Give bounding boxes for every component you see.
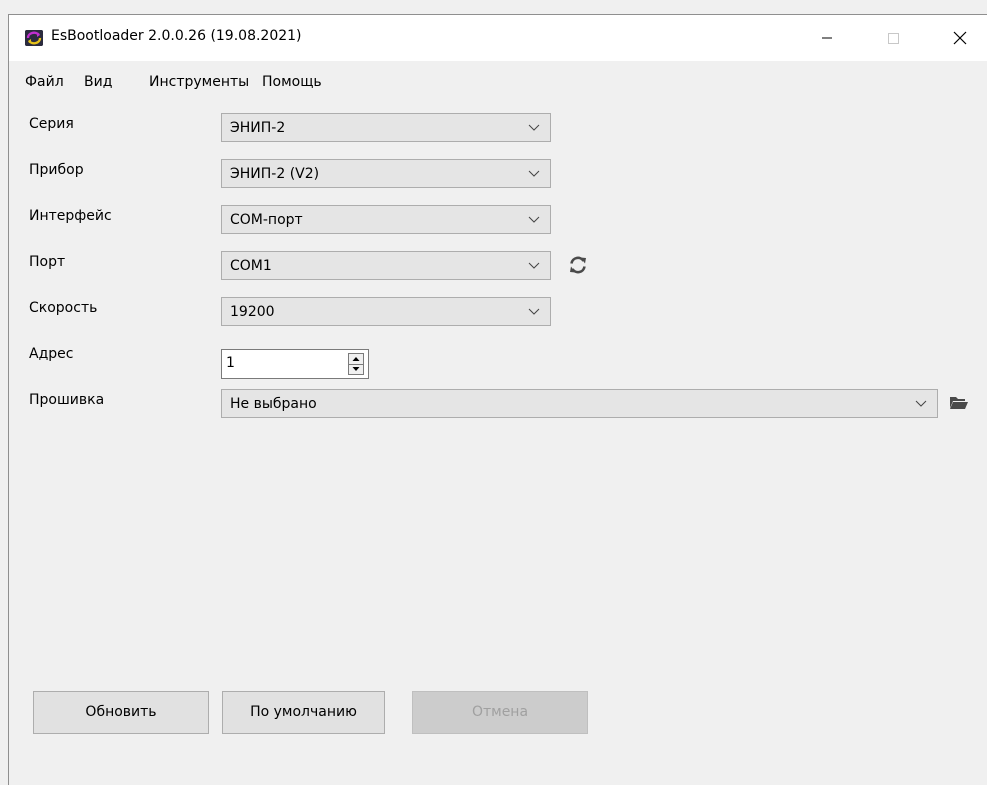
firmware-label: Прошивка — [29, 392, 105, 408]
triangle-up-icon — [352, 357, 360, 361]
series-value: ЭНИП-2 — [230, 120, 286, 136]
firmware-select[interactable]: Не выбрано — [221, 389, 938, 418]
firmware-value: Не выбрано — [230, 396, 317, 412]
device-select[interactable]: ЭНИП-2 (V2) — [221, 159, 551, 188]
port-select[interactable]: COM1 — [221, 251, 551, 280]
device-value: ЭНИП-2 (V2) — [230, 166, 320, 182]
address-label: Адрес — [29, 346, 74, 362]
close-button[interactable] — [937, 15, 983, 61]
spin-down-button[interactable] — [349, 364, 363, 374]
menu-help[interactable]: Помощь — [262, 74, 322, 90]
device-label: Прибор — [29, 162, 84, 178]
triangle-down-icon — [352, 367, 360, 371]
maximize-button[interactable] — [870, 15, 916, 61]
chevron-down-icon — [528, 262, 540, 269]
speed-value: 19200 — [230, 304, 275, 320]
menu-view[interactable]: Вид — [84, 74, 112, 90]
minimize-button[interactable] — [804, 15, 850, 61]
address-value[interactable]: 1 — [226, 355, 235, 371]
app-logo-icon — [25, 30, 43, 46]
interface-label: Интерфейс — [29, 208, 112, 224]
chevron-down-icon — [528, 216, 540, 223]
port-value: COM1 — [230, 258, 272, 274]
cancel-button[interactable]: Отмена — [412, 691, 588, 734]
close-icon — [953, 31, 967, 45]
minimize-icon — [822, 37, 832, 39]
chevron-down-icon — [528, 170, 540, 177]
folder-open-icon[interactable] — [949, 395, 969, 411]
series-select[interactable]: ЭНИП-2 — [221, 113, 551, 142]
menu-tools[interactable]: Инструменты — [149, 74, 249, 90]
chevron-down-icon — [915, 400, 927, 407]
window-title: EsBootloader 2.0.0.26 (19.08.2021) — [51, 28, 302, 44]
speed-label: Скорость — [29, 300, 98, 316]
chevron-down-icon — [528, 124, 540, 131]
refresh-icon[interactable] — [568, 255, 588, 275]
series-label: Серия — [29, 116, 74, 132]
update-button[interactable]: Обновить — [33, 691, 209, 734]
port-label: Порт — [29, 254, 66, 270]
menu-file[interactable]: Файл — [25, 74, 64, 90]
maximize-icon — [888, 33, 899, 44]
title-bar[interactable]: EsBootloader 2.0.0.26 (19.08.2021) — [9, 15, 987, 61]
address-stepper — [348, 353, 364, 375]
chevron-down-icon — [528, 308, 540, 315]
menu-bar: Файл Вид Инструменты Помощь — [9, 61, 987, 90]
address-spinbox[interactable]: 1 — [221, 349, 369, 379]
interface-select[interactable]: COM-порт — [221, 205, 551, 234]
main-window: EsBootloader 2.0.0.26 (19.08.2021) Файл … — [8, 14, 987, 785]
speed-select[interactable]: 19200 — [221, 297, 551, 326]
interface-value: COM-порт — [230, 212, 303, 228]
defaults-button[interactable]: По умолчанию — [222, 691, 385, 734]
